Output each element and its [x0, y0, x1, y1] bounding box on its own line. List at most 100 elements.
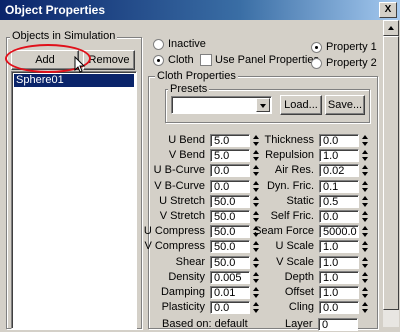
right-prop-field[interactable]: 1.0 — [319, 271, 359, 284]
presets-label: Presets — [168, 83, 210, 95]
right-prop-label: Cling — [288, 301, 314, 313]
left-prop-label: Damping — [160, 286, 205, 298]
layer-field[interactable]: 0 — [318, 318, 358, 331]
spinner-icon[interactable] — [362, 180, 369, 193]
objects-list[interactable]: Sphere01 — [11, 71, 137, 329]
spinner-icon[interactable] — [362, 210, 369, 223]
scroll-thumb[interactable] — [383, 36, 399, 310]
presets-dropdown[interactable] — [171, 96, 272, 114]
cloth-label: Cloth — [168, 54, 194, 66]
remove-button[interactable]: Remove — [83, 50, 135, 70]
right-prop-label: Thickness — [264, 134, 314, 146]
left-prop-field[interactable]: 5.0 — [210, 149, 250, 162]
spinner-icon[interactable] — [362, 256, 369, 269]
right-prop-label: Seam Force — [254, 225, 314, 237]
left-prop-field[interactable]: 50.0 — [210, 210, 250, 223]
right-prop-label: Self Fric. — [270, 210, 314, 222]
spinner-icon[interactable] — [253, 271, 260, 284]
right-prop-label: Offset — [284, 286, 314, 298]
right-prop-field[interactable]: 0.02 — [319, 164, 359, 177]
right-prop-label: U Scale — [275, 240, 314, 252]
spinner-icon[interactable] — [253, 301, 260, 314]
scroll-up-button[interactable] — [383, 20, 399, 36]
spinner-icon[interactable] — [362, 286, 369, 299]
right-prop-field[interactable]: 0.0 — [319, 210, 359, 223]
save-button[interactable]: Save... — [325, 95, 365, 115]
layer-label: Layer — [285, 318, 313, 330]
list-item[interactable]: Sphere01 — [14, 74, 134, 87]
right-prop-label: Dyn. Fric. — [266, 180, 314, 192]
right-prop-field[interactable]: 0.0 — [319, 301, 359, 314]
left-prop-label: U Bend — [168, 134, 205, 146]
left-prop-label: V Bend — [168, 149, 205, 161]
left-prop-field[interactable]: 5.0 — [210, 134, 250, 147]
right-prop-field[interactable]: 1.0 — [319, 256, 359, 269]
spinner-icon[interactable] — [362, 301, 369, 314]
left-prop-label: Plasticity — [161, 301, 205, 313]
left-prop-field[interactable]: 0.0 — [210, 180, 250, 193]
spinner-icon[interactable] — [253, 240, 260, 253]
spinner-icon[interactable] — [253, 164, 260, 177]
left-prop-field[interactable]: 50.0 — [210, 256, 250, 269]
left-prop-label: U Compress — [143, 225, 205, 237]
use-panel-checkbox[interactable] — [200, 54, 212, 66]
use-panel-label: Use Panel Properties — [215, 54, 319, 66]
property-1-label: Property 1 — [326, 41, 377, 53]
spinner-icon[interactable] — [253, 180, 260, 193]
right-prop-label: Static — [286, 195, 314, 207]
mouse-cursor-icon — [74, 56, 86, 73]
left-prop-field[interactable]: 50.0 — [210, 225, 250, 238]
spinner-icon[interactable] — [362, 134, 369, 147]
right-prop-label: Air Res. — [274, 164, 314, 176]
spinner-icon[interactable] — [253, 149, 260, 162]
right-prop-field[interactable]: 1.0 — [319, 149, 359, 162]
left-prop-field[interactable]: 0.01 — [210, 286, 250, 299]
property-1-radio[interactable] — [311, 42, 322, 53]
right-prop-field[interactable]: 1.0 — [319, 240, 359, 253]
left-prop-label: V Compress — [144, 240, 205, 252]
left-prop-label: V B-Curve — [154, 180, 205, 192]
left-prop-field[interactable]: 50.0 — [210, 195, 250, 208]
spinner-icon[interactable] — [362, 195, 369, 208]
right-prop-field[interactable]: 0.1 — [319, 180, 359, 193]
left-prop-label: U Stretch — [159, 195, 205, 207]
spinner-icon[interactable] — [253, 195, 260, 208]
objects-group-label: Objects in Simulation — [10, 30, 118, 42]
title-bar: Object Properties X — [0, 0, 400, 20]
right-prop-field[interactable]: 1.0 — [319, 286, 359, 299]
spinner-icon[interactable] — [362, 240, 369, 253]
vertical-scrollbar[interactable] — [383, 20, 399, 327]
left-prop-label: U B-Curve — [153, 164, 205, 176]
chevron-down-icon[interactable] — [256, 98, 270, 112]
right-prop-label: V Scale — [276, 256, 314, 268]
right-prop-label: Depth — [284, 271, 314, 283]
left-prop-label: Shear — [175, 256, 205, 268]
left-prop-field[interactable]: 50.0 — [210, 240, 250, 253]
window-title: Object Properties — [5, 3, 106, 17]
cloth-properties-label: Cloth Properties — [155, 70, 238, 82]
property-2-radio[interactable] — [311, 58, 322, 69]
spinner-icon[interactable] — [253, 286, 260, 299]
spinner-icon[interactable] — [362, 271, 369, 284]
spinner-icon[interactable] — [253, 134, 260, 147]
inactive-label: Inactive — [168, 38, 206, 50]
load-button[interactable]: Load... — [280, 95, 322, 115]
left-prop-field[interactable]: 0.005 — [210, 271, 250, 284]
property-2-label: Property 2 — [326, 57, 377, 69]
right-prop-label: Repulsion — [265, 149, 314, 161]
close-button[interactable]: X — [379, 2, 397, 18]
left-prop-field[interactable]: 0.0 — [210, 164, 250, 177]
cloth-radio[interactable] — [153, 55, 164, 66]
right-prop-field[interactable]: 0.0 — [319, 134, 359, 147]
left-prop-label: Density — [168, 271, 205, 283]
spinner-icon[interactable] — [253, 256, 260, 269]
inactive-radio[interactable] — [153, 39, 164, 50]
spinner-icon[interactable] — [362, 149, 369, 162]
spinner-icon[interactable] — [253, 210, 260, 223]
right-prop-field[interactable]: 0.5 — [319, 195, 359, 208]
right-prop-field[interactable]: 5000.0 — [319, 225, 359, 238]
spinner-icon[interactable] — [362, 164, 369, 177]
spinner-icon[interactable] — [362, 225, 369, 238]
left-prop-field[interactable]: 0.0 — [210, 301, 250, 314]
based-on-label: Based on: default — [162, 318, 248, 330]
